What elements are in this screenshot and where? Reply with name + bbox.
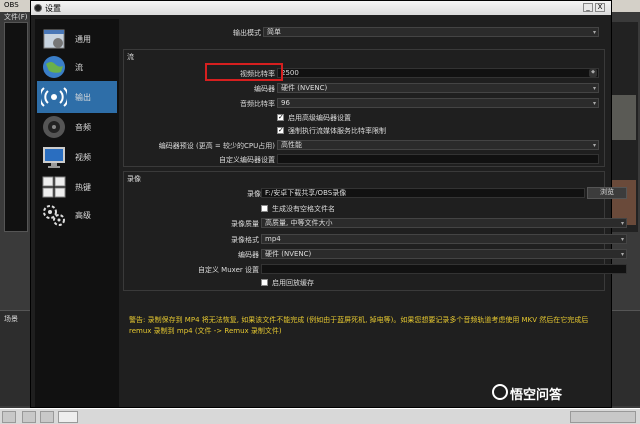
no-space-filename-checkbox[interactable] (261, 205, 268, 212)
obs-thumbnail-1 (610, 95, 636, 140)
sidebar-item-label: 通用 (75, 35, 91, 44)
recording-encoder-select[interactable]: 硬件 (NVENC) ▾ (261, 249, 627, 259)
enforce-limits-label: 强制执行流媒体服务比特率限制 (288, 127, 386, 135)
video-bitrate-value: 2500 (281, 69, 299, 77)
audio-bitrate-label: 音频比特率 (240, 100, 275, 108)
close-button[interactable]: X (595, 3, 605, 12)
dialog-title-bar: 设置 _ X (31, 1, 611, 15)
stream-encoder-label: 编码器 (254, 85, 275, 93)
output-mode-select[interactable]: 简单 ▾ (263, 27, 599, 37)
taskbar-obs-icon[interactable] (58, 411, 78, 423)
sidebar-item-label: 流 (75, 63, 83, 72)
globe-icon (43, 56, 65, 78)
keyboard-icon (42, 176, 66, 198)
mp4-warning-text: 警告: 录制保存到 MP4 将无法恢复, 如果该文件不能完成 (例如由于蓝屏死机… (129, 316, 589, 335)
replay-buffer-label: 启用回放缓存 (272, 279, 314, 287)
muxer-settings-label: 自定义 Muxer 设置 (197, 266, 259, 274)
preset-value: 高性能 (281, 141, 302, 149)
chevron-down-icon: ▾ (592, 85, 596, 92)
recording-format-select[interactable]: mp4 ▾ (261, 234, 627, 244)
recording-format-value: mp4 (265, 235, 281, 243)
recording-format-label: 录像格式 (231, 236, 259, 244)
chevron-down-icon: ▾ (620, 220, 624, 227)
obs-scene-label: 场景 (4, 315, 18, 323)
settings-dialog: 设置 _ X 通用 流 输出 音频 视频 热键 高级 输出模式 简单 ▾ 流 视… (30, 0, 627, 408)
sidebar-item-stream[interactable]: 流 (37, 51, 117, 83)
custom-encoder-settings-label: 自定义编码器设置 (219, 156, 275, 164)
watermark-logo-icon (492, 384, 508, 400)
recording-quality-label: 录像质量 (231, 220, 259, 228)
obs-logo-icon (34, 4, 42, 12)
minimize-button[interactable]: _ (583, 3, 593, 12)
browse-button[interactable]: 浏览 (587, 187, 627, 199)
recording-quality-value: 高质量, 中等文件大小 (265, 219, 333, 227)
recording-quality-select[interactable]: 高质量, 中等文件大小 ▾ (261, 218, 627, 228)
recording-section-title: 录像 (127, 175, 141, 183)
replay-buffer-checkbox[interactable] (261, 279, 268, 286)
enforce-limits-checkbox[interactable] (277, 126, 284, 134)
custom-encoder-settings-input[interactable] (277, 154, 599, 164)
sidebar-item-label: 热键 (75, 183, 91, 192)
recording-path-input[interactable]: F:/安卓下载共享/OBS录像 (261, 188, 585, 198)
spinner-icon[interactable]: ◆ (589, 69, 597, 77)
video-bitrate-input[interactable]: 2500 ◆ (277, 68, 599, 78)
sidebar-item-video[interactable]: 视频 (37, 141, 117, 173)
chevron-down-icon: ▾ (592, 100, 596, 107)
chevron-down-icon: ▾ (592, 142, 596, 149)
gear-icon (43, 29, 65, 49)
audio-bitrate-select[interactable]: 96 ▾ (277, 98, 599, 108)
settings-sidebar: 通用 流 输出 音频 视频 热键 高级 (35, 19, 119, 407)
audio-bitrate-value: 96 (281, 99, 290, 107)
recording-encoder-label: 编码器 (238, 251, 259, 259)
preset-label: 编码器预设 (更高 = 较少的CPU占用) (158, 142, 275, 150)
start-button[interactable] (2, 411, 16, 423)
sidebar-item-label: 高级 (75, 211, 91, 220)
output-settings-panel: 输出模式 简单 ▾ 流 视频比特率 2500 ◆ 编码器 硬件 (NVENC) ▾ 音… (121, 19, 627, 407)
chevron-down-icon: ▾ (592, 29, 596, 36)
recording-encoder-value: 硬件 (NVENC) (265, 250, 312, 258)
advanced-encoder-label: 启用高级编码器设置 (288, 114, 351, 122)
stream-encoder-value: 硬件 (NVENC) (281, 84, 328, 92)
sidebar-item-output[interactable]: 输出 (37, 81, 117, 113)
red-highlight-box (205, 63, 283, 81)
sidebar-item-label: 音频 (75, 123, 91, 132)
no-space-filename-label: 生成没有空格文件名 (272, 205, 335, 213)
recording-path-value: F:/安卓下载共享/OBS录像 (265, 189, 347, 197)
cogs-icon (43, 205, 65, 226)
advanced-encoder-checkbox[interactable] (277, 113, 284, 121)
speaker-icon (43, 116, 65, 138)
broadcast-icon (41, 87, 67, 107)
preset-select[interactable]: 高性能 ▾ (277, 140, 599, 150)
sidebar-item-advanced[interactable]: 高级 (37, 199, 117, 231)
stream-section-title: 流 (127, 53, 134, 61)
sidebar-item-label: 输出 (75, 93, 91, 102)
system-tray (570, 411, 636, 423)
obs-title: OBS (4, 1, 19, 9)
watermark-text: 悟空问答 (510, 388, 563, 403)
monitor-icon (43, 147, 65, 168)
chevron-down-icon: ▾ (620, 236, 624, 243)
output-mode-label: 输出模式 (233, 29, 261, 37)
taskbar-app-icon[interactable] (22, 411, 36, 423)
sidebar-item-audio[interactable]: 音频 (37, 111, 117, 143)
muxer-settings-input[interactable] (261, 264, 627, 274)
taskbar (0, 408, 640, 424)
sidebar-item-label: 视频 (75, 153, 91, 162)
chevron-down-icon: ▾ (620, 251, 624, 258)
taskbar-app-icon[interactable] (40, 411, 54, 423)
dialog-title: 设置 (45, 4, 61, 13)
obs-preview-left (4, 22, 28, 232)
output-mode-value: 简单 (267, 28, 281, 36)
stream-encoder-select[interactable]: 硬件 (NVENC) ▾ (277, 83, 599, 93)
